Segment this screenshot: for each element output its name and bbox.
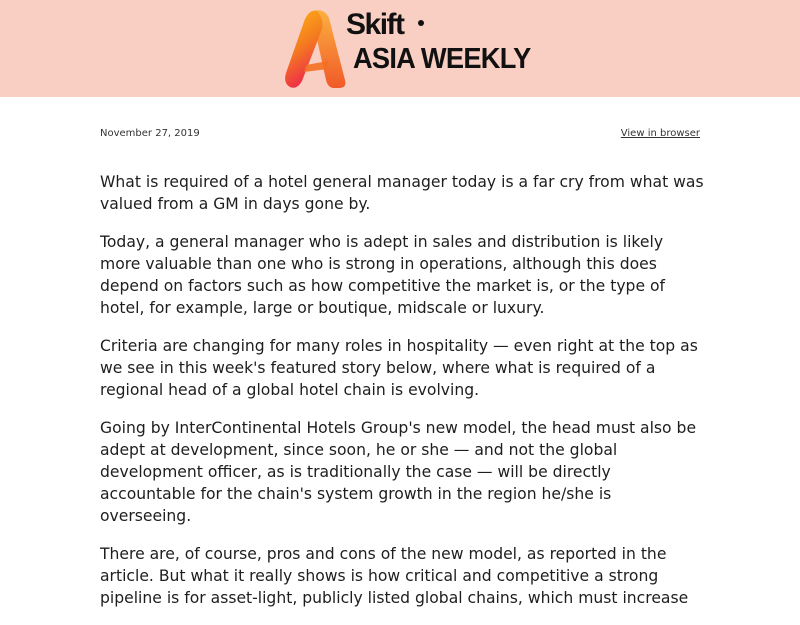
view-in-browser-link[interactable]: View in browser (621, 127, 700, 140)
article-paragraph: What is required of a hotel general mana… (100, 173, 704, 213)
article-paragraph: Going by InterContinental Hotels Group's… (100, 419, 697, 525)
newsletter-meta-row: November 27, 2019 View in browser (100, 127, 700, 141)
article-body: What is required of a hotel general mana… (100, 171, 705, 625)
article-paragraph: There are, of course, pros and cons of t… (100, 545, 689, 607)
asia-weekly-wordmark: ASIA WEEKLY (353, 43, 531, 75)
skift-logo-mark-icon (285, 10, 346, 88)
article-paragraph: Criteria are changing for many roles in … (100, 337, 698, 399)
article-paragraph: Today, a general manager who is adept in… (100, 233, 666, 317)
wordmark-dot (418, 20, 424, 26)
issue-date: November 27, 2019 (100, 128, 200, 139)
newsletter-header-banner: Skift ASIA WEEKLY (0, 0, 800, 97)
skift-asia-weekly-logo[interactable]: Skift ASIA WEEKLY (284, 8, 531, 89)
skift-wordmark: Skift (346, 8, 405, 41)
